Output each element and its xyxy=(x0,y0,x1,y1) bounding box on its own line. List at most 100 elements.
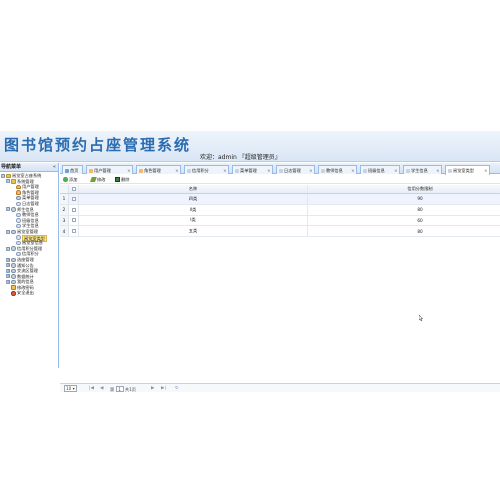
tab-item[interactable]: 菜单管理 × xyxy=(232,164,273,175)
name-cell: 五类 xyxy=(79,226,308,237)
header-banner: 图书馆预约占座管理系统 欢迎：admin 『超级管理员』 xyxy=(0,131,500,162)
row-checkbox[interactable] xyxy=(69,215,79,226)
row-number: 2 xyxy=(60,204,69,215)
limit-cell: 60 xyxy=(417,217,423,223)
tab-item[interactable]: 角色管理 × xyxy=(136,164,181,175)
tab-close-icon[interactable]: × xyxy=(175,166,178,175)
tab-close-icon[interactable]: × xyxy=(267,166,270,175)
column-header-name[interactable]: 名称 xyxy=(79,185,308,193)
sidebar: 导航菜单 « ⊟ 阅览室占座系统 ⊟ 系统管理 用户管理 角色管理 菜单管理 日志管理 ⊟ 师生信… xyxy=(0,163,59,368)
leaf-icon xyxy=(16,251,21,257)
tab-icon xyxy=(65,168,69,173)
edit-button[interactable]: 修改 xyxy=(90,176,106,182)
collapse-icon[interactable]: « xyxy=(53,163,56,172)
collapse-node-icon[interactable]: ⊟ xyxy=(6,246,10,251)
tab-label: 信用积分 xyxy=(192,167,209,173)
table-row[interactable]: 3 I类 60 xyxy=(60,215,500,227)
welcome-text: 欢迎：admin 『超级管理员』 xyxy=(200,154,281,161)
tab-close-icon[interactable]: × xyxy=(309,166,312,175)
sidebar-header: 导航菜单 « xyxy=(0,163,58,172)
tab-icon xyxy=(406,168,410,173)
lock-icon xyxy=(11,285,16,290)
row-checkbox[interactable] xyxy=(69,204,79,215)
first-page-icon[interactable]: |◀ xyxy=(89,386,94,392)
select-all-checkbox[interactable] xyxy=(69,185,79,193)
table-row[interactable]: 1 四类 90 xyxy=(60,194,500,205)
add-button[interactable]: 添加 xyxy=(63,177,77,182)
grid-header-row: 名称 信用分数限制 xyxy=(60,185,500,194)
page-number-input[interactable]: 1 xyxy=(115,385,124,392)
delete-button[interactable]: 删除 xyxy=(115,177,129,182)
toolbar: 添加 修改 删除 xyxy=(60,175,500,184)
tab-label: 用户管理 xyxy=(94,167,111,173)
delete-label: 删除 xyxy=(121,176,130,182)
next-page-icon[interactable]: ▶ xyxy=(151,386,154,392)
tab-label: 首页 xyxy=(70,167,79,173)
leaf-icon xyxy=(16,201,21,207)
tab-close-icon[interactable]: × xyxy=(394,166,397,175)
gear-icon xyxy=(11,207,16,212)
gear-icon xyxy=(16,195,21,201)
main-panel: 首页 用户管理 × 角色管理 × 信用积分 × 菜单管理 × 日志管理 × 教师信息 × 班级信息 × 学生信… xyxy=(60,163,500,392)
tab-item[interactable]: 日志管理 × xyxy=(276,164,315,175)
tab-label: 教师信息 xyxy=(326,167,343,173)
tab-icon xyxy=(89,168,93,173)
column-header-limit[interactable]: 信用分数限制 xyxy=(308,185,500,193)
tab-icon xyxy=(321,168,325,173)
name-cell: I类 xyxy=(79,215,308,226)
tab-item[interactable]: 首页 xyxy=(62,164,83,174)
tab-item[interactable]: 班级信息 × xyxy=(360,164,400,175)
tab-item[interactable]: 教师信息 × xyxy=(318,164,357,175)
tab-icon xyxy=(235,168,239,173)
tab-label: 阅览室类型 xyxy=(453,167,474,173)
tree-item[interactable]: 安全退出 xyxy=(0,290,58,296)
tab-label: 菜单管理 xyxy=(240,167,257,173)
collapse-node-icon[interactable]: ⊟ xyxy=(1,173,5,178)
add-icon xyxy=(63,177,68,182)
page-indicator: 第 1 共1页 xyxy=(110,385,136,393)
edit-label: 修改 xyxy=(97,176,106,182)
page-total: 共1页 xyxy=(124,386,136,392)
expand-node-icon[interactable]: ⊞ xyxy=(6,274,10,279)
tab-close-icon[interactable]: × xyxy=(351,166,354,175)
tab-close-icon[interactable]: × xyxy=(484,166,487,175)
refresh-icon[interactable]: ↻ xyxy=(175,386,179,392)
limit-cell: 90 xyxy=(417,196,423,202)
tab-item[interactable]: 用户管理 × xyxy=(86,164,133,175)
collapse-node-icon[interactable]: ⊟ xyxy=(6,207,10,212)
tree-item-label: 安全退出 xyxy=(17,290,34,296)
last-page-icon[interactable]: ▶| xyxy=(161,386,166,392)
tab-close-icon[interactable]: × xyxy=(127,166,130,175)
leaf-icon xyxy=(16,223,21,229)
collapse-node-icon[interactable]: ⊟ xyxy=(6,229,10,234)
row-number: 3 xyxy=(60,215,69,226)
page-size-select[interactable]: 10 ▾ xyxy=(64,384,77,392)
tab-close-icon[interactable]: × xyxy=(223,166,226,175)
page-prefix: 第 xyxy=(110,386,115,392)
row-checkbox[interactable] xyxy=(69,226,79,237)
navigation-tree: ⊟ 阅览室占座系统 ⊟ 系统管理 用户管理 角色管理 菜单管理 日志管理 ⊟ 师生信息 教师信息 班级… xyxy=(0,172,58,296)
expand-node-icon[interactable]: ⊞ xyxy=(6,268,10,273)
tab-close-icon[interactable]: × xyxy=(436,166,439,175)
folder-icon xyxy=(11,179,16,184)
table-row[interactable]: 2 II类 80 xyxy=(60,204,500,216)
expand-node-icon[interactable]: ⊞ xyxy=(6,280,10,285)
tab-icon xyxy=(279,168,283,173)
row-number: 4 xyxy=(60,226,69,237)
collapse-node-icon[interactable]: ⊟ xyxy=(6,179,10,184)
tab-item[interactable]: 信用积分 × xyxy=(184,164,229,175)
tab-label: 学生信息 xyxy=(411,167,428,173)
expand-node-icon[interactable]: ⊞ xyxy=(6,263,10,268)
row-checkbox[interactable] xyxy=(69,194,79,204)
table-row[interactable]: 4 五类 80 xyxy=(60,226,500,238)
prev-page-icon[interactable]: ◀ xyxy=(100,386,103,392)
tab-item[interactable]: 阅览室类型 × xyxy=(445,164,490,175)
mouse-cursor-icon xyxy=(419,315,423,321)
tab-item[interactable]: 学生信息 × xyxy=(403,164,442,175)
gear-icon xyxy=(11,268,16,274)
tab-icon xyxy=(363,168,367,173)
gear-icon xyxy=(11,257,16,262)
expand-node-icon[interactable]: ⊞ xyxy=(6,257,10,262)
row-number: 1 xyxy=(60,194,69,204)
user-icon xyxy=(16,184,21,190)
